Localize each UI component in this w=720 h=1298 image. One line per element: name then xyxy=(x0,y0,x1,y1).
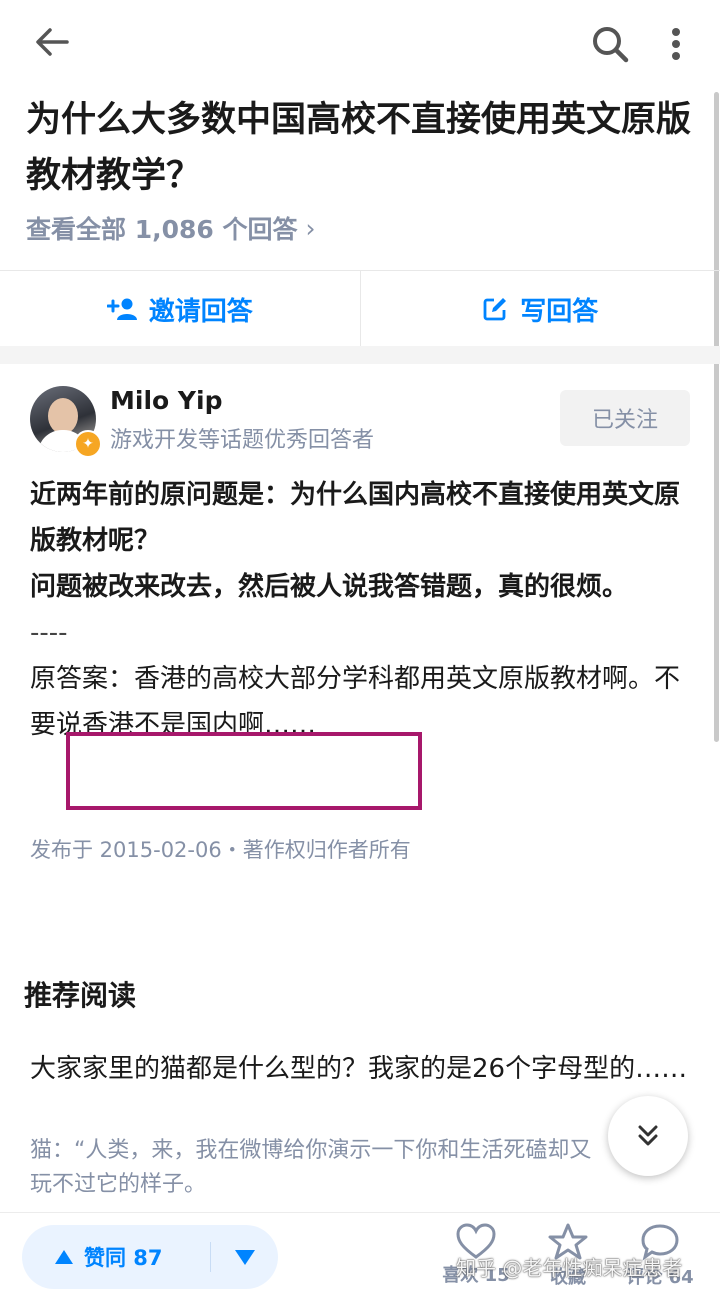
back-button[interactable] xyxy=(24,18,80,66)
triangle-up-icon xyxy=(54,1249,74,1265)
write-answer-label: 写回答 xyxy=(520,291,598,328)
recommend-item-title[interactable]: 大家家里的猫都是什么型的？我家的是26个字母型的…… xyxy=(30,1048,690,1090)
next-answer-button[interactable] xyxy=(608,1096,688,1176)
edit-icon xyxy=(482,296,508,322)
publish-meta: 发布于 2015-02-06・著作权归作者所有 xyxy=(30,834,411,864)
add-person-icon xyxy=(107,297,137,321)
view-all-label: 查看全部 1,086 个回答 xyxy=(26,210,298,246)
avatar-face xyxy=(48,398,78,434)
excellent-answerer-badge-icon: ✦ xyxy=(74,430,102,458)
disagree-button[interactable] xyxy=(211,1248,278,1266)
answer-divider: ---- xyxy=(30,610,690,656)
recommend-item-excerpt[interactable]: 猫：“人类，来，我在微博给你演示一下你和生活死磕却又玩不过它的样子。 xyxy=(30,1134,610,1202)
answer-paragraph: 问题被改来改去，然后被人说我答错题，真的很烦。 xyxy=(30,564,690,610)
question-title: 为什么大多数中国高校不直接使用英文原版教材教学？ xyxy=(26,92,696,204)
highlight-annotation-box xyxy=(66,732,422,810)
author-header: ✦ Milo Yip 游戏开发等话题优秀回答者 已关注 xyxy=(30,386,690,456)
scrollbar[interactable] xyxy=(714,92,719,742)
more-button[interactable] xyxy=(656,18,696,70)
author-description: 游戏开发等话题优秀回答者 xyxy=(110,422,374,454)
follow-button[interactable]: 已关注 xyxy=(560,390,690,446)
answer-content: 近两年前的原问题是：为什么国内高校不直接使用英文原版教材呢？ 问题被改来改去，然… xyxy=(30,472,690,748)
watermark: 知乎 @老年性痴呆症患者 xyxy=(456,1252,682,1281)
view-all-answers-link[interactable]: 查看全部 1,086 个回答 › xyxy=(26,210,316,246)
recommend-heading: 推荐阅读 xyxy=(24,974,136,1014)
section-divider xyxy=(0,346,720,364)
arrow-left-icon xyxy=(35,27,69,57)
vote-control: 赞同 87 xyxy=(22,1225,278,1289)
invite-answer-label: 邀请回答 xyxy=(149,291,253,328)
search-icon xyxy=(591,25,629,63)
triangle-down-icon xyxy=(234,1248,256,1266)
more-vertical-icon xyxy=(671,27,681,61)
agree-label: 赞同 87 xyxy=(84,1242,163,1272)
author-name[interactable]: Milo Yip xyxy=(110,386,222,415)
agree-button[interactable]: 赞同 87 xyxy=(22,1242,210,1272)
double-chevron-down-icon xyxy=(636,1124,660,1148)
action-row: 邀请回答 写回答 xyxy=(0,270,720,347)
top-bar xyxy=(0,0,720,88)
write-answer-button[interactable]: 写回答 xyxy=(360,271,720,347)
chevron-right-icon: › xyxy=(306,214,316,243)
invite-answer-button[interactable]: 邀请回答 xyxy=(0,271,360,347)
answer-paragraph: 近两年前的原问题是：为什么国内高校不直接使用英文原版教材呢？ xyxy=(30,472,690,564)
search-button[interactable] xyxy=(584,18,636,70)
